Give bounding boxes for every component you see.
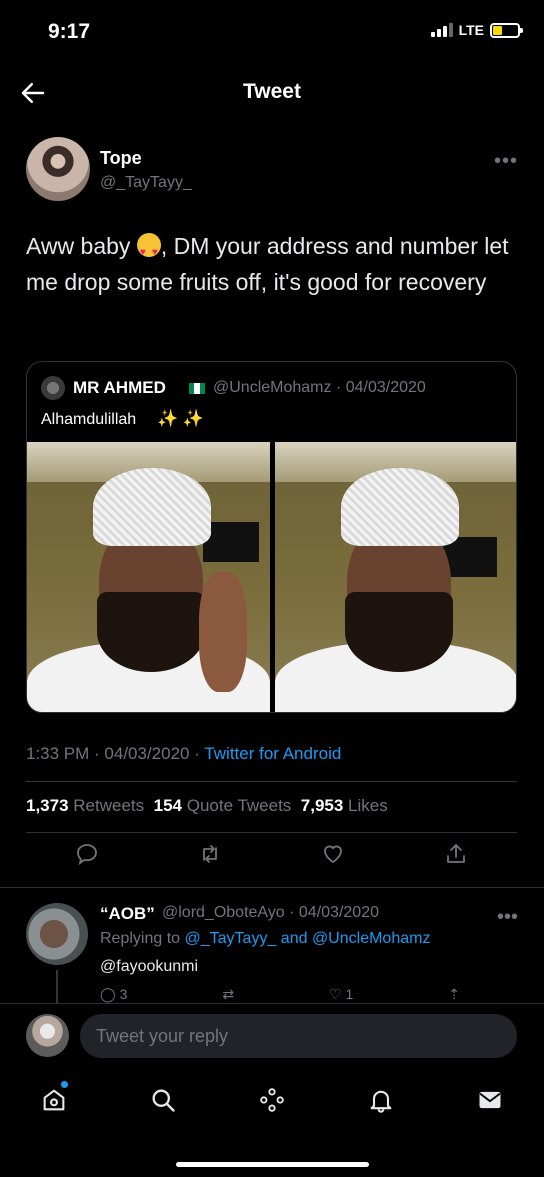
status-time: 9:17 bbox=[48, 20, 91, 43]
like-heart-icon[interactable] bbox=[321, 842, 345, 866]
reply-handle-date: @lord_OboteAyo · 04/03/2020 bbox=[162, 904, 379, 921]
home-icon[interactable] bbox=[40, 1086, 68, 1114]
divider bbox=[0, 887, 544, 888]
author-handle[interactable]: @_TayTayy_ bbox=[100, 174, 192, 192]
search-icon[interactable] bbox=[149, 1086, 177, 1114]
reply-reply-icon[interactable]: ◯ 3 bbox=[100, 986, 127, 1004]
bottom-navigation bbox=[0, 1075, 544, 1125]
battery-icon bbox=[490, 22, 523, 38]
reply-avatar[interactable] bbox=[26, 903, 88, 965]
composer-avatar bbox=[26, 1014, 69, 1057]
thread-line bbox=[56, 970, 58, 1004]
reply-more-options-icon[interactable]: ••• bbox=[497, 906, 518, 929]
notifications-bell-icon[interactable] bbox=[367, 1086, 395, 1114]
spaces-icon[interactable] bbox=[258, 1086, 286, 1114]
sparkles-icon: ✨ ✨ bbox=[157, 409, 205, 428]
tweet-timestamp: 1:33 PM · 04/03/2020 · bbox=[26, 744, 205, 763]
mention-link[interactable]: @UncleMohamz bbox=[312, 930, 431, 947]
new-content-dot bbox=[61, 1081, 68, 1088]
quoted-tweet-card[interactable]: MR AHMED @UncleMohamz · 04/03/2020 Alham… bbox=[26, 361, 517, 713]
reply-input[interactable] bbox=[80, 1014, 517, 1058]
more-options-icon[interactable]: ••• bbox=[494, 150, 518, 173]
divider bbox=[26, 832, 517, 833]
replying-to: Replying to @_TayTayy_ and @UncleMohamz bbox=[100, 930, 431, 947]
reply-action-bar: ◯ 3 ⇄ ♡ 1 ⇡ bbox=[100, 986, 460, 1004]
back-arrow-icon[interactable] bbox=[18, 78, 48, 108]
quote-text: Alhamdulillah bbox=[41, 411, 137, 428]
author-name[interactable]: Tope bbox=[100, 148, 142, 169]
quote-photo-right[interactable] bbox=[275, 442, 516, 712]
divider bbox=[26, 781, 517, 782]
retweet-icon[interactable] bbox=[198, 842, 222, 866]
quote-avatar bbox=[41, 376, 65, 400]
status-indicators: LTE bbox=[430, 22, 523, 38]
reply-retweet-icon[interactable]: ⇄ bbox=[222, 986, 234, 1004]
likes-stat[interactable]: 7,953 Likes bbox=[301, 796, 388, 815]
quote-photo-left[interactable] bbox=[27, 442, 270, 712]
mention-link[interactable]: @_TayTayy_ bbox=[185, 930, 277, 947]
heart-eyes-emoji-icon bbox=[136, 233, 161, 271]
reply-share-icon[interactable]: ⇡ bbox=[448, 986, 460, 1004]
reply-author-name[interactable]: “AOB” bbox=[100, 904, 155, 924]
nigeria-flag-icon bbox=[189, 383, 205, 394]
page-title: Tweet bbox=[243, 80, 301, 103]
quote-tweets-stat[interactable]: 154 Quote Tweets bbox=[154, 796, 292, 815]
home-indicator[interactable] bbox=[176, 1162, 369, 1167]
reply-like-icon[interactable]: ♡ 1 bbox=[329, 986, 353, 1004]
quote-handle-date: @UncleMohamz · 04/03/2020 bbox=[213, 379, 426, 396]
network-label: LTE bbox=[458, 22, 484, 38]
tweet-text: Aww baby , DM your address and number le… bbox=[26, 228, 516, 300]
tweet-source-link[interactable]: Twitter for Android bbox=[204, 744, 341, 763]
tweet-stats: 1,373 Retweets 154 Quote Tweets 7,953 Li… bbox=[26, 796, 388, 816]
share-icon[interactable] bbox=[444, 842, 468, 866]
reply-text: @fayookunmi bbox=[100, 958, 199, 975]
author-avatar[interactable] bbox=[26, 137, 90, 201]
retweets-stat[interactable]: 1,373 Retweets bbox=[26, 796, 144, 815]
quote-author-name: MR AHMED bbox=[73, 378, 166, 397]
messages-envelope-icon[interactable] bbox=[476, 1086, 504, 1114]
tweet-action-bar bbox=[26, 842, 517, 878]
reply-icon[interactable] bbox=[75, 842, 99, 866]
tweet-text-part: Aww baby bbox=[26, 233, 137, 259]
tweet-meta: 1:33 PM · 04/03/2020 · Twitter for Andro… bbox=[26, 744, 341, 764]
signal-icon bbox=[430, 23, 453, 37]
